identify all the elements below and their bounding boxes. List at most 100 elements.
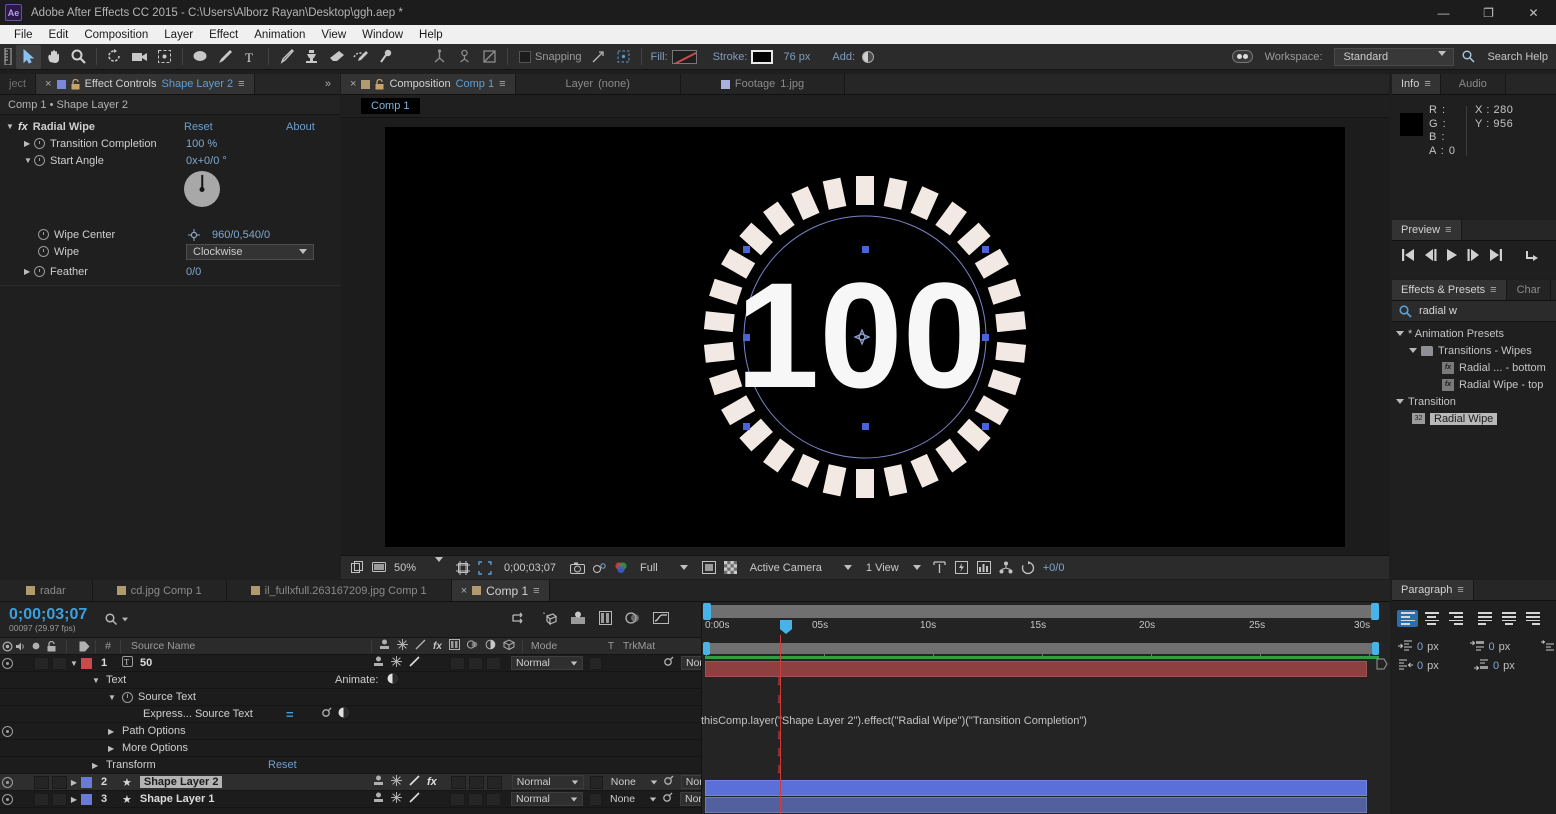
panel-menu-icon[interactable]: ≡ [533, 585, 539, 597]
tab-radar[interactable]: radar [0, 580, 93, 601]
space-after-value[interactable]: 0 [1493, 660, 1499, 672]
tree-item-transition[interactable]: Transition [1392, 393, 1556, 410]
shy-icon[interactable] [373, 775, 384, 789]
transform-reset-button[interactable]: Reset [268, 759, 297, 771]
expression-field-text[interactable]: thisComp.layer("Shape Layer 2").effect("… [701, 715, 1087, 727]
comp-flowchart-icon[interactable] [996, 559, 1016, 577]
row-twirl-icon[interactable]: ▼ [92, 676, 106, 685]
enable-frame-blending-icon[interactable] [599, 611, 612, 628]
effects-switch-icon[interactable]: fx [427, 776, 437, 788]
viewer-timecode[interactable]: 0;00;03;07 [501, 562, 559, 574]
row-switch-box[interactable] [450, 656, 465, 670]
justify-last-center-button[interactable] [1498, 610, 1519, 627]
column-header-t[interactable]: T [603, 640, 619, 652]
snapshot-icon[interactable] [567, 559, 587, 577]
stopwatch-icon[interactable] [38, 246, 49, 257]
work-area-end-handle[interactable] [1371, 603, 1379, 620]
add-menu-icon[interactable] [862, 50, 875, 63]
panel-menu-icon[interactable]: ≡ [1445, 224, 1451, 236]
time-ruler[interactable]: 0:00s 05s 10s 15s 20s 25s 30s [702, 620, 1391, 657]
tab-effects-presets[interactable]: Effects & Presets ≡ [1392, 280, 1507, 300]
zoom-start-handle[interactable] [703, 642, 710, 655]
row-solo-toggle[interactable] [34, 792, 49, 806]
crosshair-icon[interactable] [188, 228, 200, 241]
align-right-button[interactable] [1445, 610, 1466, 627]
previous-frame-button[interactable] [1424, 249, 1437, 264]
axis-local-icon[interactable] [427, 45, 452, 69]
column-header-number[interactable]: # [96, 640, 120, 652]
justify-last-left-button[interactable] [1474, 610, 1495, 627]
axis-world-icon[interactable] [452, 45, 477, 69]
expression-enable-icon[interactable]: = [286, 707, 294, 722]
row-solo-toggle[interactable] [34, 656, 49, 670]
work-area-start-handle[interactable] [703, 603, 711, 620]
quality-icon[interactable] [409, 656, 420, 670]
enable-motion-blur-icon[interactable] [625, 611, 640, 628]
feather-twirl-icon[interactable]: ▶ [24, 267, 34, 276]
search-help-input[interactable]: Search Help [1487, 51, 1548, 63]
brush-tool[interactable] [274, 45, 299, 69]
type-tool[interactable]: T [238, 45, 263, 69]
zoom-end-handle[interactable] [1372, 642, 1379, 655]
composition-viewer-area[interactable]: 100 [341, 119, 1389, 555]
current-timecode[interactable]: 0;00;03;07 [0, 606, 87, 623]
row-trkmat-box[interactable] [589, 775, 603, 789]
tab-footage[interactable]: Footage 1.jpg [680, 74, 846, 94]
row-switch-box[interactable] [450, 792, 465, 806]
last-frame-button[interactable] [1489, 249, 1502, 264]
menu-animation[interactable]: Animation [246, 27, 313, 43]
zoom-level-value[interactable]: 50% [391, 562, 419, 574]
collapse-transform-icon[interactable] [391, 792, 402, 806]
menu-layer[interactable]: Layer [156, 27, 201, 43]
tab-ilfullxfull-comp1[interactable]: il_fullxfull.263167209.jpg Comp 1 [226, 580, 452, 601]
camera-view-dropdown[interactable]: Active Camera [747, 562, 855, 574]
exposure-offset-value[interactable]: +0/0 [1040, 562, 1068, 574]
space-before-field[interactable]: 0 px [1469, 640, 1538, 653]
menu-effect[interactable]: Effect [201, 27, 246, 43]
row-switch-box[interactable] [486, 656, 501, 670]
first-frame-button[interactable] [1402, 249, 1415, 264]
wipe-center-value[interactable]: 960/0,540/0 [212, 229, 270, 241]
row-trkmat-dropdown[interactable]: None [607, 775, 662, 789]
hand-tool[interactable] [41, 45, 66, 69]
column-header-trkmat[interactable]: TrkMat [619, 640, 702, 652]
stopwatch-icon[interactable] [34, 155, 45, 166]
pan-behind-tool[interactable] [152, 45, 177, 69]
tab-composition[interactable]: × Composition Comp 1 ≡ [341, 74, 516, 94]
chevron-down-icon[interactable] [1396, 399, 1404, 404]
row-twirl-icon[interactable]: ▼ [108, 693, 122, 702]
camera-tool[interactable] [127, 45, 152, 69]
viewer-quality-icon[interactable] [699, 559, 719, 577]
parent-pick-whip-icon[interactable] [661, 792, 673, 807]
rotation-tool[interactable] [102, 45, 127, 69]
animate-menu-icon[interactable] [387, 673, 398, 687]
row-video-toggle[interactable] [0, 657, 14, 669]
panel-expand-icon[interactable]: » [325, 78, 331, 90]
indent-right-field[interactable]: 0 px [1398, 659, 1470, 672]
zoom-dropdown-icon[interactable] [421, 556, 451, 574]
effect-about-button[interactable]: About [286, 121, 315, 133]
shape-tool[interactable] [188, 45, 213, 69]
channel-rgb-icon[interactable] [611, 559, 631, 577]
panel-menu-icon[interactable]: ≡ [499, 78, 505, 90]
indent-first-line-icon[interactable] [1541, 640, 1556, 653]
axis-view-icon[interactable] [477, 45, 502, 69]
row-solo-toggle[interactable] [34, 775, 49, 789]
row-mode-dropdown[interactable]: Normal [511, 656, 583, 670]
menu-file[interactable]: File [6, 27, 41, 43]
effects-search-input[interactable] [1419, 305, 1529, 317]
close-button[interactable]: ✕ [1511, 0, 1556, 25]
row-source-name[interactable]: Shape Layer 1 [140, 793, 215, 805]
row-lock-toggle[interactable] [52, 775, 67, 789]
property-row-wipe-center[interactable]: Wipe Center 960/0,540/0 [0, 226, 340, 243]
transparency-grid-icon[interactable] [721, 559, 741, 577]
menu-composition[interactable]: Composition [76, 27, 156, 43]
collapse-transform-icon[interactable] [391, 656, 402, 670]
parent-pick-whip-icon[interactable] [662, 656, 674, 671]
close-icon[interactable]: × [461, 585, 467, 597]
stopwatch-icon[interactable] [34, 138, 45, 149]
close-icon[interactable]: × [350, 78, 356, 90]
row-source-name[interactable]: 50 [140, 657, 152, 669]
tab-info[interactable]: Info ≡ [1392, 74, 1441, 94]
row-video-toggle[interactable] [0, 725, 14, 737]
